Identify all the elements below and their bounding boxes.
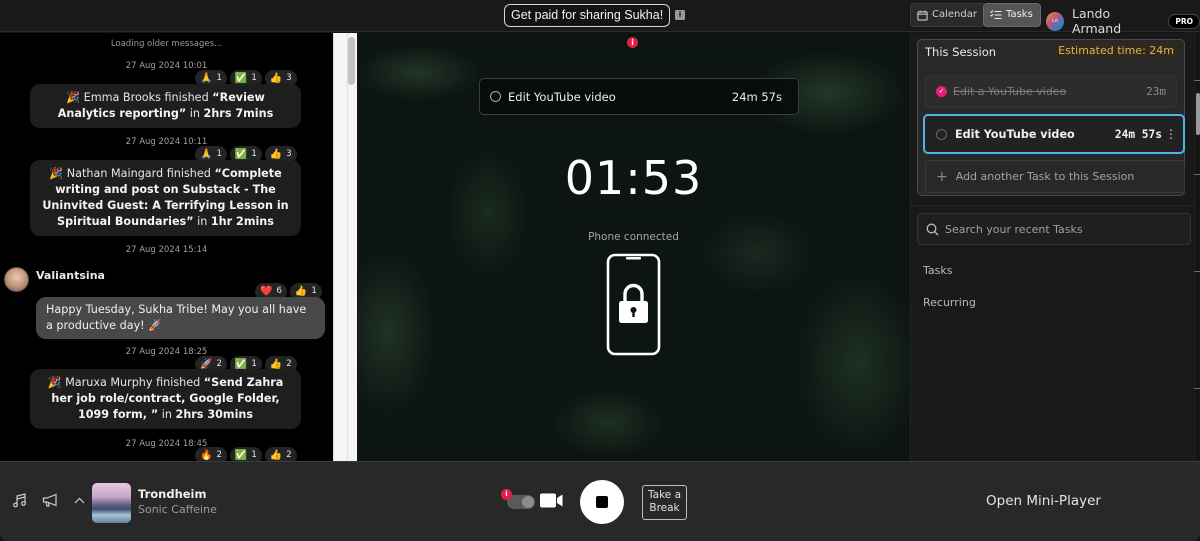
- scrollbar-thumb[interactable]: [1196, 93, 1200, 135]
- loading-indicator: Loading older messages...: [110, 39, 223, 49]
- user-message: Happy Tuesday, Sukha Tribe! May you all …: [36, 297, 325, 339]
- reaction-fire[interactable]: 🔥 2: [195, 447, 227, 461]
- take-break-button[interactable]: Take a Break: [642, 485, 687, 520]
- album-art[interactable]: [92, 483, 131, 523]
- party-icon: 🎉: [49, 167, 64, 180]
- estimated-time: Estimated time: 24m: [1054, 43, 1178, 58]
- session-task-completed[interactable]: ✓ Edit a YouTube video 23m: [925, 75, 1177, 108]
- task-label: Edit YouTube video: [955, 127, 1075, 141]
- task-time: 23m: [1146, 85, 1166, 98]
- party-icon: 🎉: [66, 91, 81, 104]
- community-chat: Loading older messages... 27 Aug 2024 10…: [0, 33, 333, 461]
- nav-recurring[interactable]: Recurring: [923, 296, 976, 309]
- task-time: 24m 57s: [1114, 127, 1162, 141]
- current-task-time: 24m 57s: [731, 89, 782, 104]
- more-options-icon[interactable]: ⋮: [1165, 127, 1177, 141]
- reaction-check[interactable]: ✅ 1: [229, 447, 262, 461]
- info-icon[interactable]: i: [675, 10, 685, 20]
- stop-icon: [596, 496, 608, 508]
- plan-badge: PRO: [1168, 13, 1200, 29]
- music-note-icon[interactable]: [12, 493, 27, 508]
- info-icon[interactable]: i: [501, 489, 512, 500]
- chevron-up-icon[interactable]: [74, 497, 85, 504]
- tasks-button[interactable]: Tasks: [983, 3, 1041, 27]
- track-artist: Sonic Caffeine: [138, 503, 217, 516]
- session-panel: This Session Estimated time: 24m ✓ Edit …: [910, 33, 1200, 461]
- completion-message: 🎉 Maruxa Murphy finished “Send Zahra her…: [30, 369, 301, 429]
- top-bar: Get paid for sharing Sukha! i Calendar T…: [0, 0, 1200, 36]
- focus-view: i Edit YouTube video 24m 57s 01:53 Phone…: [358, 33, 909, 461]
- player-bar: Trondheim Sonic Caffeine i Take a Break …: [0, 461, 1200, 541]
- plus-icon: +: [936, 168, 948, 185]
- completion-message: 🎉 Nathan Maingard finished “Complete wri…: [30, 160, 301, 236]
- avatar: LA: [1046, 11, 1064, 31]
- search-tasks-field[interactable]: [917, 213, 1191, 245]
- referral-promo-button[interactable]: Get paid for sharing Sukha!: [504, 4, 671, 27]
- message-date: 27 Aug 2024 15:14: [125, 245, 208, 255]
- reaction-thumbs-up[interactable]: 👍 2: [264, 447, 297, 461]
- chat-scrollbar[interactable]: [333, 33, 357, 461]
- user-name: Lando Armand: [1071, 6, 1122, 36]
- calendar-button[interactable]: Calendar: [910, 3, 985, 27]
- focus-timer: 01:53: [564, 151, 703, 205]
- this-session-card: This Session Estimated time: 24m ✓ Edit …: [917, 39, 1185, 196]
- user-menu[interactable]: LA Lando Armand PRO: [1046, 6, 1200, 36]
- search-icon: [926, 223, 939, 235]
- task-complete-radio[interactable]: [490, 91, 501, 102]
- calendar-label: Calendar: [932, 9, 977, 20]
- session-title: This Session: [925, 45, 997, 59]
- scrollbar-thumb[interactable]: [348, 37, 355, 85]
- avatar[interactable]: [4, 267, 29, 292]
- info-icon[interactable]: i: [627, 37, 638, 48]
- locked-phone-icon: [606, 253, 661, 356]
- track-title: Trondheim: [138, 487, 207, 501]
- add-task-label: Add another Task to this Session: [955, 170, 1135, 183]
- tasks-label: Tasks: [1006, 9, 1033, 20]
- current-task-card[interactable]: Edit YouTube video 24m 57s: [479, 78, 799, 115]
- megaphone-icon[interactable]: [42, 493, 58, 508]
- video-camera-icon[interactable]: [540, 493, 563, 508]
- current-task-title: Edit YouTube video: [508, 89, 616, 104]
- divider: [911, 205, 1200, 206]
- completion-message: 🎉 Emma Brooks finished “Review Analytics…: [30, 84, 301, 128]
- checkmark-icon[interactable]: ✓: [936, 86, 947, 97]
- checklist-icon: [990, 10, 1002, 19]
- calendar-icon: [917, 9, 928, 21]
- message-author[interactable]: Valiantsina: [36, 269, 105, 282]
- phone-status: Phone connected: [588, 231, 679, 243]
- open-mini-player-button[interactable]: Open Mini-Player: [986, 493, 1101, 509]
- stop-session-button[interactable]: [580, 480, 624, 524]
- add-task-button[interactable]: + Add another Task to this Session: [925, 160, 1185, 193]
- party-icon: 🎉: [47, 376, 62, 389]
- panel-scrollbar[interactable]: [1194, 33, 1200, 461]
- session-task-active[interactable]: Edit YouTube video 24m 57s ⋮: [923, 114, 1185, 154]
- reaction-bar: 🔥 2 ✅ 1 👍 2: [195, 447, 297, 461]
- task-complete-radio[interactable]: [936, 128, 947, 140]
- nav-tasks[interactable]: Tasks: [923, 264, 952, 277]
- task-label: Edit a YouTube video: [953, 85, 1067, 98]
- search-input[interactable]: [945, 222, 1182, 236]
